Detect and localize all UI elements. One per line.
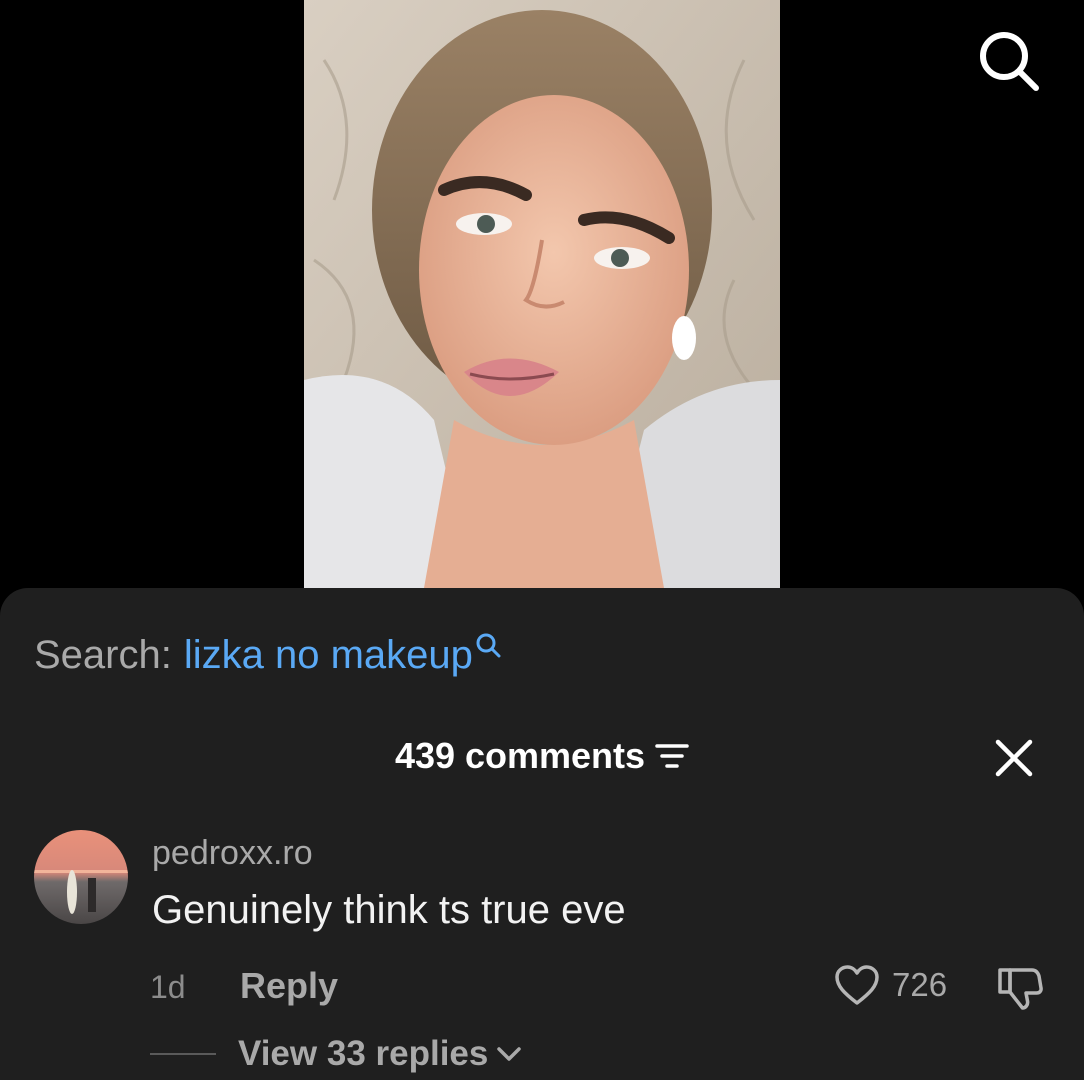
close-button[interactable] — [990, 734, 1038, 782]
reply-button[interactable]: Reply — [240, 965, 338, 1007]
search-icon — [476, 633, 501, 658]
chevron-down-icon — [497, 1047, 522, 1061]
heart-icon — [835, 965, 879, 1005]
view-replies-label: View 33 replies — [238, 1034, 489, 1073]
view-replies-divider — [150, 1053, 216, 1055]
avatar-image — [34, 830, 128, 924]
like-button[interactable]: 726 — [834, 964, 947, 1006]
like-count: 726 — [892, 966, 948, 1003]
search-suggestion-prefix: Search: — [34, 632, 172, 677]
comment-text: Genuinely think ts true eve — [152, 888, 626, 932]
search-suggestion-term[interactable]: lizka no makeup — [184, 633, 473, 678]
comments-count-label: 439 comments — [394, 735, 646, 776]
avatar[interactable] — [34, 830, 128, 924]
video-thumbnail[interactable] — [304, 0, 780, 588]
comment-timestamp: 1d — [150, 969, 186, 1005]
search-button[interactable] — [976, 28, 1042, 94]
close-icon — [995, 739, 1033, 777]
comments-count: 439 comments — [395, 735, 689, 777]
comments-header: 439 comments — [0, 730, 1084, 782]
sort-icon[interactable] — [655, 741, 689, 771]
search-suggestion[interactable]: Search: lizka no makeup — [34, 630, 501, 680]
dislike-button[interactable] — [994, 964, 1044, 1012]
thumbs-down-icon — [998, 968, 1043, 1010]
comment-username[interactable]: pedroxx.ro — [152, 834, 313, 873]
video-thumbnail-image — [304, 0, 780, 588]
view-replies-button[interactable]: View 33 replies — [150, 1034, 522, 1074]
app-screen: Search: lizka no makeup 439 comments ped… — [0, 0, 1084, 1080]
search-icon — [980, 32, 1039, 91]
